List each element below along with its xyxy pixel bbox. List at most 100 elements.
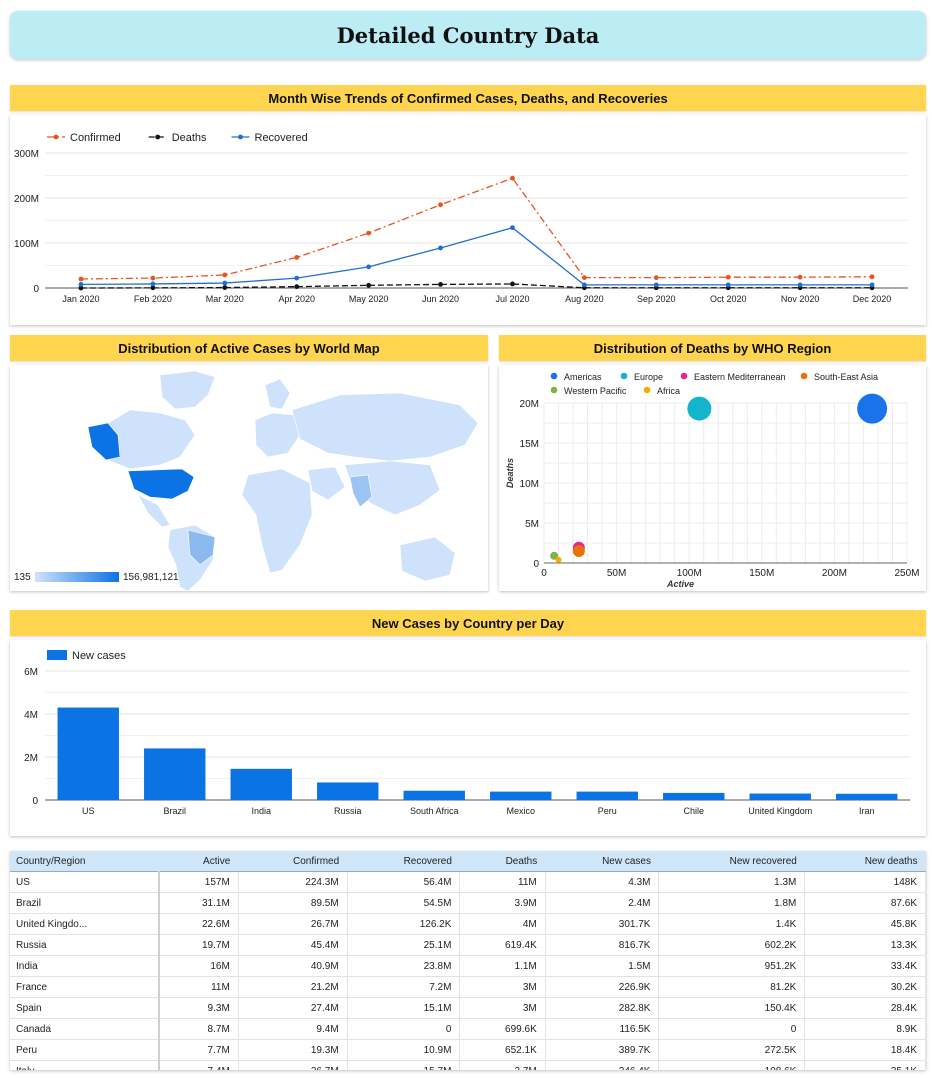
who-scatter-card: Americas Europe Eastern Mediterranean South… <box>499 365 926 591</box>
table-cell: 8.7M <box>158 1018 239 1040</box>
bubble-south-east-asia[interactable] <box>572 545 585 557</box>
column-header[interactable]: New recovered <box>658 851 805 872</box>
column-header[interactable]: New cases <box>545 851 659 872</box>
table-cell: 3M <box>459 997 546 1019</box>
table-row[interactable]: India 16M 40.9M 23.8M 1.1M 1.5M 951.2K 33.4K <box>10 955 926 977</box>
x-tick-label: Dec 2020 <box>853 294 892 304</box>
newcases-chart-card: 0 2M 4M 6M US Brazil India Russia South Africa Me… <box>10 640 926 836</box>
table-cell: 246.4K <box>545 1060 660 1070</box>
data-point <box>150 275 156 281</box>
table-cell: 35.1K <box>804 1060 926 1070</box>
table-cell: US <box>10 871 160 893</box>
column-header[interactable]: Active <box>158 851 239 872</box>
column-header[interactable]: Country/Region <box>10 851 159 872</box>
data-point <box>869 274 875 280</box>
table-cell: 25.1M <box>347 934 461 956</box>
x-tick-label: Brazil <box>163 806 186 816</box>
column-header[interactable]: New deaths <box>804 851 926 872</box>
data-point <box>222 285 228 290</box>
column-header[interactable]: Recovered <box>347 851 460 872</box>
table-cell: India <box>10 955 160 977</box>
y-tick-label: 15M <box>520 439 539 450</box>
page-title: Detailed Country Data <box>336 22 600 48</box>
bar[interactable] <box>749 793 811 800</box>
table-cell: 4.3M <box>545 871 660 893</box>
bar[interactable] <box>230 768 292 800</box>
data-point <box>797 282 803 288</box>
data-point <box>294 284 300 290</box>
y-tick-label: 200M <box>14 194 39 205</box>
trends-line-chart: 0 100M 200M 300M Jan 2020 Feb 2020 Mar 2020 Apr… <box>14 132 908 304</box>
column-header[interactable]: Confirmed <box>238 851 348 872</box>
bar[interactable] <box>836 793 898 800</box>
bar[interactable] <box>403 790 465 800</box>
column-header[interactable]: Deaths <box>459 851 546 872</box>
table-row[interactable]: Peru 7.7M 19.3M 10.9M 652.1K 389.7K 272.5K 18.4… <box>10 1039 926 1061</box>
who-header: Distribution of Deaths by WHO Region <box>499 335 926 361</box>
table-row[interactable]: Italy7.4M26.7M15.7M3.7M246.4K108.6K35.1K <box>10 1060 926 1070</box>
table-cell: 45.4M <box>238 934 348 956</box>
legend-marker <box>680 372 688 380</box>
table-cell: 18.4K <box>804 1039 926 1061</box>
table-row[interactable]: Spain 9.3M 27.4M 15.1M 3M 282.8K 150.4K 28.4K <box>10 997 926 1019</box>
map-europe <box>254 412 301 458</box>
table-cell: Brazil <box>10 892 160 914</box>
data-point <box>294 255 300 260</box>
table-cell: 7.2M <box>347 976 461 998</box>
bar[interactable] <box>317 782 379 800</box>
world-map[interactable]: 135 156,981,121 <box>10 365 488 592</box>
x-tick-label: US <box>82 806 95 816</box>
data-point <box>653 282 659 288</box>
map-africa <box>241 468 313 574</box>
table-row[interactable]: Canada 8.7M 9.4M 0 699.6K 116.5K 0 8.9K <box>10 1018 926 1040</box>
bar[interactable] <box>57 707 119 800</box>
table-row[interactable]: US 157M 224.3M 56.4M 11M 4.3M 1.3M 148K <box>10 871 926 893</box>
bubble-europe[interactable] <box>687 396 712 421</box>
table-cell: 26.7M <box>238 913 348 935</box>
x-tick-label: United Kingdom <box>748 806 812 816</box>
y-tick-label: 5M <box>525 519 539 530</box>
bar[interactable] <box>576 791 638 800</box>
table-cell: 19.3M <box>238 1039 348 1061</box>
bar[interactable] <box>490 791 552 800</box>
x-tick-label: Mar 2020 <box>206 294 244 304</box>
x-tick-label: May 2020 <box>349 294 389 304</box>
table-cell: France <box>10 976 160 998</box>
table-row[interactable]: Brazil 31.1M 89.5M 54.5M 3.9M 2.4M 1.8M 87.6K <box>10 892 926 914</box>
legend-swatch <box>47 650 67 660</box>
data-point <box>438 245 443 251</box>
table-body: US 157M 224.3M 56.4M 11M 4.3M 1.3M 148K Brazil 31… <box>10 871 926 1070</box>
table-cell: 26.7M <box>238 1060 348 1070</box>
bar[interactable] <box>144 748 206 800</box>
bubble-americas[interactable] <box>857 393 888 424</box>
map-usa <box>127 468 195 500</box>
table-cell: 89.5M <box>238 892 348 914</box>
bar[interactable] <box>663 792 725 800</box>
table-cell: 10.9M <box>347 1039 461 1061</box>
legend-label: Recovered <box>255 132 308 144</box>
y-tick-label: 300M <box>14 149 39 160</box>
trends-chart-card: 0 100M 200M 300M Jan 2020 Feb 2020 Mar 2020 Apr… <box>10 115 926 325</box>
x-tick-label: 50M <box>607 568 626 579</box>
x-tick-label: Sep 2020 <box>637 294 676 304</box>
table-cell: 22.6M <box>158 913 239 935</box>
table-cell: Canada <box>10 1018 160 1040</box>
legend-marker <box>53 134 59 140</box>
data-point <box>725 282 731 288</box>
legend-label: Americas <box>564 372 602 382</box>
data-point <box>510 175 515 181</box>
table-row[interactable]: United Kingdo... 22.6M 26.7M 126.2K 4M 301.7K… <box>10 913 926 935</box>
country-table-card: Country/Region Active Confirmed Recovered De… <box>10 851 926 1070</box>
table-cell: 56.4M <box>347 871 461 893</box>
bubble-africa[interactable] <box>555 556 562 563</box>
data-point <box>366 282 372 288</box>
table-cell: 31.1M <box>158 892 239 914</box>
data-point <box>78 276 84 282</box>
legend-marker <box>550 372 558 380</box>
table-cell: 108.6K <box>658 1060 806 1070</box>
table-cell: 54.5M <box>347 892 461 914</box>
x-tick-label: Russia <box>334 806 362 816</box>
table-row[interactable]: France 11M 21.2M 7.2M 3M 226.9K 81.2K 30.2K <box>10 976 926 998</box>
data-point <box>294 275 300 281</box>
table-row[interactable]: Russia 19.7M 45.4M 25.1M 619.4K 816.7K 602.2K 1… <box>10 934 926 956</box>
